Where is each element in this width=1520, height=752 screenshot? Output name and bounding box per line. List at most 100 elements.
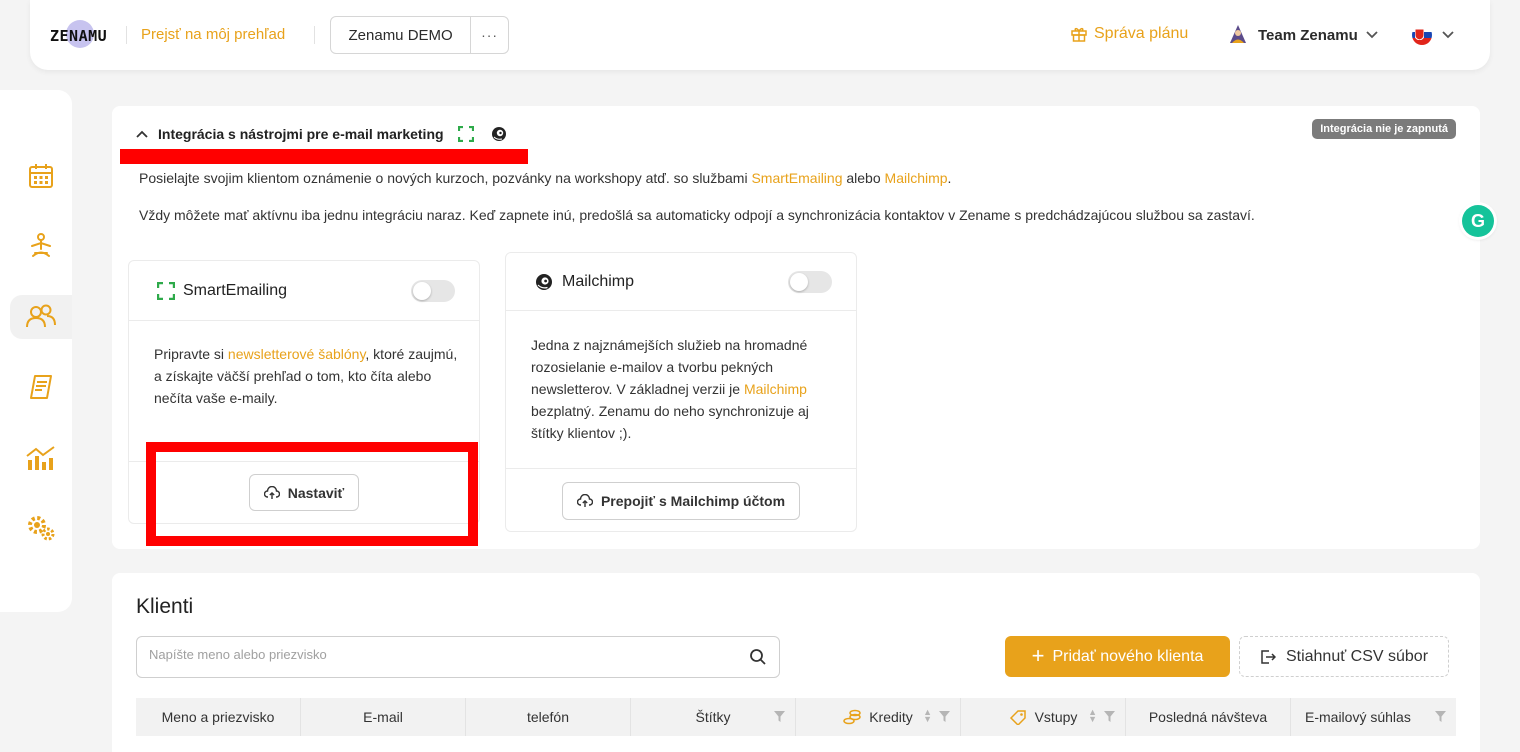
stats-icon <box>26 446 55 470</box>
column-email[interactable]: E-mail <box>301 698 466 736</box>
plan-management-link[interactable]: Správa plánu <box>1070 25 1188 43</box>
search-icon[interactable] <box>749 648 767 666</box>
client-search <box>136 636 780 678</box>
add-client-button[interactable]: + Pridať nového klienta <box>1005 636 1230 677</box>
column-label: Meno a priezvisko <box>161 709 275 725</box>
filter-icon[interactable] <box>939 711 950 722</box>
smartemailing-link[interactable]: SmartEmailing <box>751 170 842 186</box>
integration-status-badge: Integrácia nie je zapnutá <box>1312 119 1456 139</box>
team-label: Team Zenamu <box>1258 26 1358 44</box>
column-credits[interactable]: Kredity ▲ ▼ <box>796 698 961 736</box>
clients-panel: Klienti + Pridať nového klienta Stiahnuť… <box>112 573 1480 752</box>
sidebar <box>0 90 72 612</box>
smartemailing-logo-icon <box>157 281 175 300</box>
mailchimp-link[interactable]: Mailchimp <box>885 170 948 186</box>
card-title: SmartEmailing <box>183 281 288 299</box>
description-text: . <box>947 170 952 186</box>
mailchimp-logo-icon <box>536 273 552 290</box>
smartemailing-logo-icon <box>457 126 474 142</box>
clients-icon <box>26 304 56 328</box>
column-email-consent[interactable]: E-mailový súhlas <box>1291 698 1456 736</box>
mailchimp-toggle[interactable] <box>788 271 832 293</box>
slovak-flag-icon <box>1412 25 1432 45</box>
go-to-overview-link[interactable]: Prejsť na môj prehľad <box>141 26 285 43</box>
clients-table-header: Meno a priezvisko E-mail telefón Štítky … <box>136 698 1456 736</box>
plan-label: Správa plánu <box>1094 25 1189 42</box>
column-name[interactable]: Meno a priezvisko <box>136 698 301 736</box>
card-header: SmartEmailing <box>129 261 479 321</box>
column-label: Posledná návšteva <box>1148 709 1268 725</box>
search-input[interactable] <box>149 647 729 662</box>
card-text: bezplatný. Zenamu do neho synchronizuje … <box>531 403 809 441</box>
divider <box>126 26 127 44</box>
connect-button-label: Prepojiť s Mailchimp účtom <box>600 492 786 509</box>
invoice-icon <box>30 375 52 399</box>
sidebar-item-clients[interactable] <box>10 295 72 339</box>
integration-title: Integrácia s nástrojmi pre e-mail market… <box>158 126 444 142</box>
sort-icon[interactable]: ▲ ▼ <box>923 708 932 724</box>
studio-button[interactable]: Zenamu DEMO <box>331 17 472 53</box>
card-title: Mailchimp <box>562 272 635 290</box>
integration-header[interactable]: Integrácia s nástrojmi pre e-mail market… <box>136 125 508 143</box>
column-last-visit[interactable]: Posledná návšteva <box>1126 698 1291 736</box>
sidebar-item-courses[interactable] <box>10 224 72 268</box>
grammarly-icon[interactable]: G <box>1462 205 1494 237</box>
add-client-label: Pridať nového klienta <box>1052 647 1204 665</box>
column-label: Kredity <box>869 709 913 725</box>
yoga-icon <box>31 233 51 257</box>
column-entries[interactable]: Vstupy ▲ ▼ <box>961 698 1126 736</box>
column-tags[interactable]: Štítky <box>631 698 796 736</box>
mailchimp-link[interactable]: Mailchimp <box>744 381 807 397</box>
cloud-sync-icon <box>576 493 593 507</box>
export-icon <box>1261 649 1276 664</box>
sidebar-item-statistics[interactable] <box>10 436 72 480</box>
card-text: Pripravte si <box>154 346 228 362</box>
chevron-up-icon <box>136 130 148 138</box>
settings-icon <box>28 516 55 541</box>
chevron-down-icon <box>1366 31 1378 39</box>
more-options-button[interactable]: ··· <box>471 17 508 53</box>
card-footer: Prepojiť s Mailchimp účtom <box>506 468 856 532</box>
sort-icon[interactable]: ▲ ▼ <box>1088 708 1097 724</box>
column-label: Štítky <box>695 709 731 725</box>
filter-icon[interactable] <box>1435 711 1446 722</box>
column-phone[interactable]: telefón <box>466 698 631 736</box>
chevron-down-icon <box>1442 31 1454 39</box>
coins-icon <box>843 709 861 725</box>
top-bar: ZENAMU Prejsť na môj prehľad Zenamu DEMO… <box>30 0 1490 70</box>
filter-icon[interactable] <box>774 711 785 722</box>
logo-text: ZENAMU <box>50 27 108 45</box>
highlight-box <box>146 442 478 546</box>
smartemailing-toggle[interactable] <box>411 280 455 302</box>
divider <box>314 26 315 44</box>
ticket-icon <box>1009 710 1026 725</box>
description-text: Posielajte svojim klientom oznámenie o n… <box>139 170 752 186</box>
sidebar-item-invoices[interactable] <box>10 365 72 409</box>
plus-icon: + <box>1031 642 1045 668</box>
calendar-icon <box>29 164 53 188</box>
connect-mailchimp-button[interactable]: Prepojiť s Mailchimp účtom <box>561 481 801 520</box>
highlight-underline <box>120 149 528 164</box>
zenamu-logo[interactable]: ZENAMU <box>50 19 110 51</box>
mailchimp-logo-icon <box>491 127 506 141</box>
clients-title: Klienti <box>136 595 194 618</box>
studio-switcher: Zenamu DEMO ··· <box>330 16 509 54</box>
filter-icon[interactable] <box>1104 711 1115 722</box>
card-header: Mailchimp <box>506 253 856 311</box>
integration-note: Vždy môžete mať aktívnu iba jednu integr… <box>139 207 1255 223</box>
language-switcher[interactable] <box>1412 25 1454 45</box>
sidebar-item-settings[interactable] <box>10 506 72 550</box>
description-text: alebo <box>842 170 885 186</box>
team-avatar-icon <box>1227 24 1249 46</box>
download-csv-button[interactable]: Stiahnuť CSV súbor <box>1239 636 1449 677</box>
column-label: Vstupy <box>1034 709 1078 725</box>
team-menu[interactable]: Team Zenamu <box>1226 23 1378 47</box>
sidebar-item-calendar[interactable] <box>10 154 72 198</box>
newsletter-templates-link[interactable]: newsletterové šablóny <box>228 346 365 362</box>
gift-icon <box>1071 27 1087 42</box>
column-label: E-mail <box>363 709 403 725</box>
card-description: Pripravte si newsletterové šablóny, ktor… <box>154 343 464 409</box>
card-description: Jedna z najznámejších služieb na hromadn… <box>531 334 836 444</box>
column-label: telefón <box>526 709 570 725</box>
column-label: E-mailový súhlas <box>1305 709 1411 725</box>
